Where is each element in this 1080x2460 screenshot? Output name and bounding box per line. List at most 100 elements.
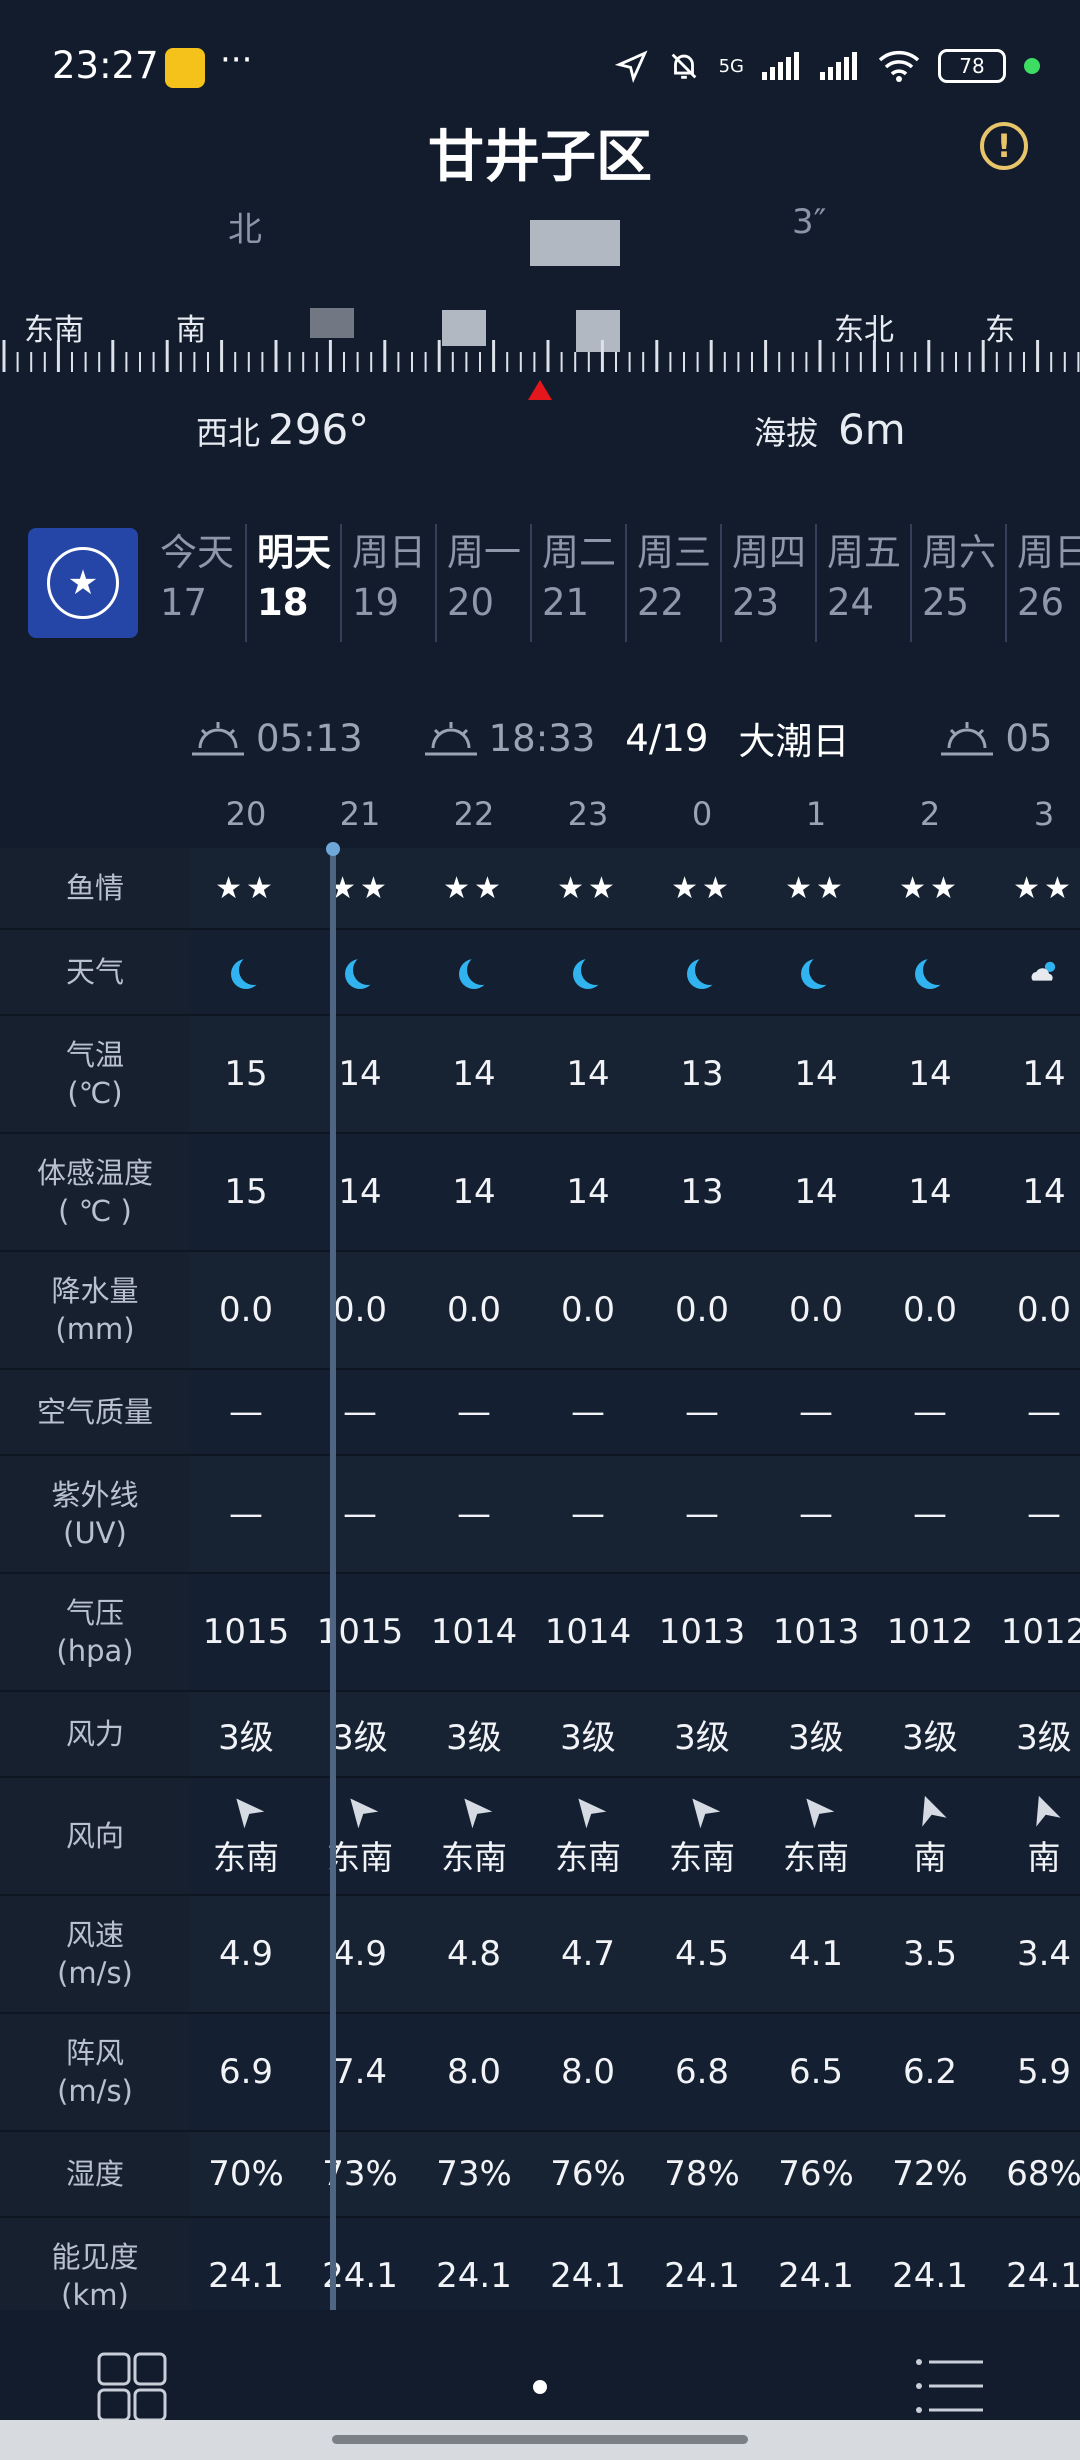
grid-icon[interactable] xyxy=(97,2352,167,2422)
cell-value: 3.5 xyxy=(902,1934,958,1974)
cell-fishing: ★★ xyxy=(759,848,873,928)
row-label-unit: (UV) xyxy=(63,1516,127,1550)
hour-label: 3 xyxy=(1033,795,1055,833)
cell-value: 3级 xyxy=(446,1717,502,1758)
compass-heading: 西北 296° xyxy=(196,405,369,454)
cell-humidity: 76% xyxy=(759,2132,873,2216)
row-label: 阵风 (m/s) xyxy=(0,2014,190,2130)
day-tab-name: 周二 xyxy=(542,531,616,574)
sunrise-time: 05:13 xyxy=(256,716,363,760)
cell-wind_force: 3级 xyxy=(873,1692,987,1776)
day-tab-date: 18 xyxy=(257,581,309,624)
day-tab[interactable]: 周日 26 xyxy=(1005,524,1080,642)
cell-pressure: 1013 xyxy=(759,1574,873,1690)
wind-direction-label: 南 xyxy=(1027,1838,1061,1877)
day-tab[interactable]: 周日 19 xyxy=(340,524,435,642)
row-label-text: 湿度 xyxy=(65,2157,124,2191)
day-tab[interactable]: 周五 24 xyxy=(815,524,910,642)
row-weather: 天气 xyxy=(0,930,1080,1016)
cell-value: 3级 xyxy=(1016,1717,1072,1758)
page-indicator xyxy=(533,2380,547,2394)
row-wind_dir: 风向 东南 东南 东南 东南 东南 东南 南 南 xyxy=(0,1778,1080,1896)
cell-value: 24.1 xyxy=(664,2256,740,2296)
day-tab[interactable]: 周三 22 xyxy=(625,524,720,642)
hour-label: 0 xyxy=(691,795,713,833)
cell-value: 8.0 xyxy=(446,2052,502,2092)
cell-humidity: 72% xyxy=(873,2132,987,2216)
day-tab-name: 周日 xyxy=(1017,531,1080,574)
day-tab-date: 26 xyxy=(1017,581,1065,624)
cell-aqi: — xyxy=(873,1370,987,1454)
cell-humidity: 70% xyxy=(189,2132,303,2216)
cell-value: 13 xyxy=(680,1172,724,1212)
cell-aqi: — xyxy=(759,1370,873,1454)
cell-value: 24.1 xyxy=(436,2256,512,2296)
home-gesture-bar[interactable] xyxy=(332,2435,748,2444)
cell-value: 0.0 xyxy=(560,1290,616,1330)
cell-feels: 14 xyxy=(987,1134,1080,1250)
cell-temp: 14 xyxy=(759,1016,873,1132)
list-icon[interactable] xyxy=(915,2356,985,2416)
signal-icon xyxy=(762,52,799,80)
cell-uv: — xyxy=(417,1456,531,1572)
fishing-rating-stars: ★★ xyxy=(443,870,505,906)
status-time: 23:27 xyxy=(52,44,159,87)
hourly-forecast-table[interactable]: 鱼情 ★★ ★★ ★★ ★★ ★★ ★★ ★★ ★★ 天气 气温 (℃) 15 14 14 14 13 14 14 1… xyxy=(0,848,1080,2336)
cell-aqi: — xyxy=(645,1370,759,1454)
alert-icon[interactable]: ! xyxy=(980,122,1028,170)
cell-value: — xyxy=(229,1494,263,1534)
day-tab-date: 20 xyxy=(447,581,495,624)
day-tab[interactable]: 周六 25 xyxy=(910,524,1005,642)
row-label-unit: (m/s) xyxy=(57,1956,133,1990)
cell-wind_speed: 4.1 xyxy=(759,1896,873,2012)
day-tab[interactable]: 周四 23 xyxy=(720,524,815,642)
cell-value: 6.5 xyxy=(788,2052,844,2092)
wind-direction-label: 东南 xyxy=(783,1838,849,1877)
cell-value: 3级 xyxy=(332,1717,388,1758)
cell-wind_force: 3级 xyxy=(189,1692,303,1776)
cell-precip: 0.0 xyxy=(531,1252,645,1368)
day-tab-name: 周六 xyxy=(922,531,996,574)
sun-tide-row: 05:13 18:33 4/19 大潮日 05 xyxy=(190,710,1052,766)
wind-direction-label: 南 xyxy=(913,1838,947,1877)
cell-weather xyxy=(531,930,645,1014)
fishing-rating-stars: ★★ xyxy=(899,870,961,906)
cell-value: 0.0 xyxy=(446,1290,502,1330)
favorite-button[interactable]: ★ xyxy=(28,528,138,638)
row-label-text: 风速 xyxy=(65,1918,124,1952)
cell-feels: 15 xyxy=(189,1134,303,1250)
cell-pressure: 1013 xyxy=(645,1574,759,1690)
cell-value: 3级 xyxy=(560,1717,616,1758)
day-tab-name: 今天 xyxy=(160,531,234,574)
cell-pressure: 1014 xyxy=(417,1574,531,1690)
cell-value: 0.0 xyxy=(788,1290,844,1330)
day-tab[interactable]: 周二 21 xyxy=(530,524,625,642)
cell-weather xyxy=(303,930,417,1014)
day-tab-name: 周一 xyxy=(447,531,521,574)
compass-pointer-icon xyxy=(528,380,552,400)
row-humidity: 湿度 70% 73% 73% 76% 78% 76% 72% 68% xyxy=(0,2132,1080,2218)
altitude-value: 6m xyxy=(838,405,906,454)
cell-fishing: ★★ xyxy=(987,848,1080,928)
row-gust: 阵风 (m/s) 6.9 7.4 8.0 8.0 6.8 6.5 6.2 5.9 xyxy=(0,2014,1080,2132)
cell-weather xyxy=(759,930,873,1014)
day-tab[interactable]: 周一 20 xyxy=(435,524,530,642)
cell-feels: 14 xyxy=(531,1134,645,1250)
cell-uv: — xyxy=(303,1456,417,1572)
row-label: 体感温度 ( ℃ ) xyxy=(0,1134,190,1250)
cell-feels: 14 xyxy=(759,1134,873,1250)
wind-direction-arrow-icon xyxy=(464,1798,493,1829)
day-tab[interactable]: 今天 17 xyxy=(150,524,245,642)
cell-value: — xyxy=(1027,1392,1061,1432)
cell-aqi: — xyxy=(987,1370,1080,1454)
cell-temp: 14 xyxy=(417,1016,531,1132)
sunset-icon xyxy=(424,722,477,756)
fishing-rating-stars: ★★ xyxy=(557,870,619,906)
row-temp: 气温 (℃) 15 14 14 14 13 14 14 14 xyxy=(0,1016,1080,1134)
cell-value: 1013 xyxy=(772,1612,860,1652)
cell-pressure: 1012 xyxy=(987,1574,1080,1690)
row-label-text: 天气 xyxy=(65,955,124,989)
cell-value: 3级 xyxy=(788,1717,844,1758)
cell-value: 14 xyxy=(452,1054,496,1094)
day-tab[interactable]: 明天 18 xyxy=(245,524,340,642)
